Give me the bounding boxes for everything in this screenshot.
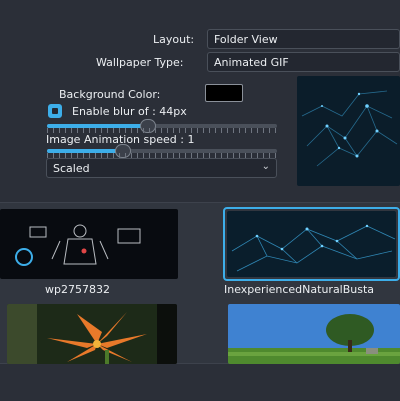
wallpaper-name-2: InexperiencedNaturalBusta: [224, 283, 375, 296]
wallpaper-thumbnail-1[interactable]: [0, 209, 178, 279]
wallpaper-type-combobox[interactable]: Animated GIF: [207, 52, 400, 72]
wallpaper-type-label: Wallpaper Type:: [96, 56, 184, 69]
background-color-button[interactable]: [205, 84, 243, 102]
wallpaper-preview: [297, 76, 400, 186]
layout-combobox[interactable]: Folder View: [207, 29, 400, 49]
background-color-label: Background Color:: [59, 88, 161, 101]
selected-wallpaper-highlight: [223, 207, 400, 281]
footer-bar: [0, 363, 400, 401]
wallpaper-type-value: Animated GIF: [214, 56, 289, 69]
blur-checkbox[interactable]: [48, 104, 62, 118]
fill-mode-value: Scaled: [53, 162, 90, 175]
wallpaper-thumbnail-4[interactable]: [228, 304, 400, 364]
fill-mode-combobox[interactable]: Scaled ⌄: [46, 158, 277, 178]
blur-label: Enable blur of : 44px: [72, 105, 187, 118]
chevron-down-icon: ⌄: [261, 161, 270, 172]
layout-value: Folder View: [214, 33, 278, 46]
wallpaper-name-1: wp2757832: [45, 283, 110, 296]
layout-label: Layout:: [153, 33, 195, 46]
wallpaper-thumbnail-3[interactable]: [7, 304, 177, 364]
